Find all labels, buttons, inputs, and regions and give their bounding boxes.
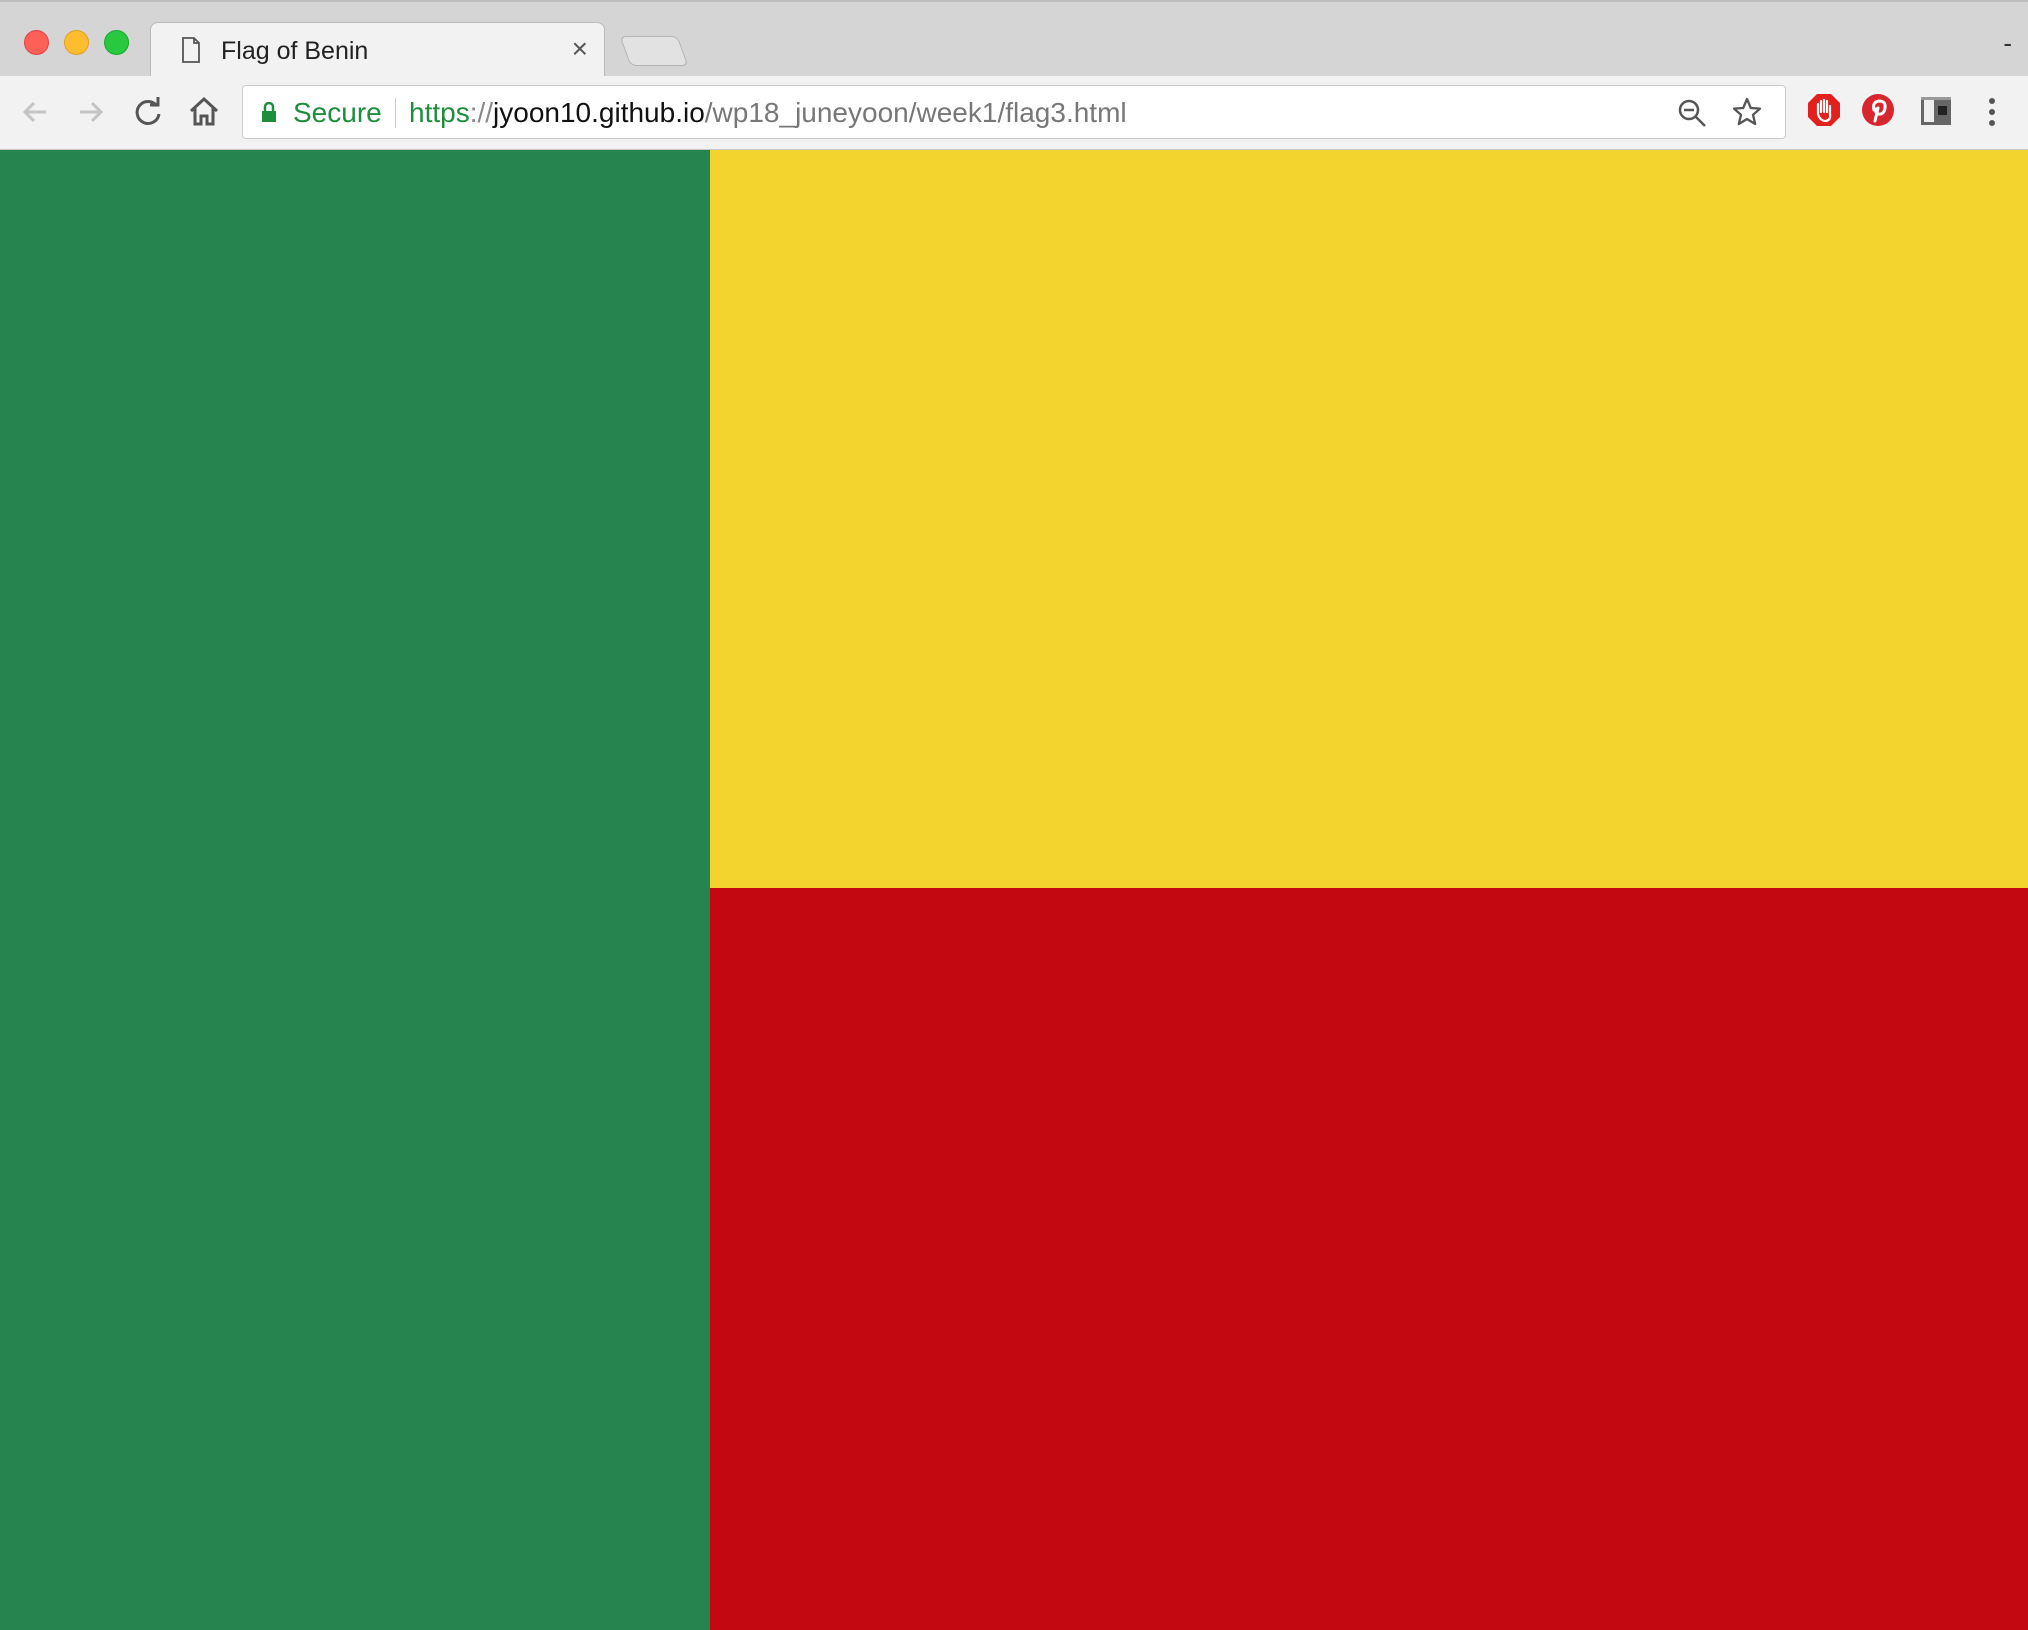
url-separator: :// bbox=[469, 97, 494, 128]
secure-label: Secure bbox=[293, 97, 382, 128]
flag-red-stripe bbox=[710, 888, 2028, 1630]
tab-title: Flag of Benin bbox=[221, 37, 369, 65]
browser-chrome: Flag of Benin × - Secure https://jyoon10… bbox=[0, 0, 2028, 150]
reload-icon[interactable] bbox=[130, 94, 166, 130]
kebab-menu-icon[interactable] bbox=[1984, 94, 2000, 130]
tab-close-button[interactable]: × bbox=[572, 35, 588, 63]
close-window-button[interactable] bbox=[24, 30, 49, 55]
url-text[interactable]: https://jyoon10.github.io/wp18_juneyoon/… bbox=[409, 97, 1127, 129]
star-icon[interactable] bbox=[1731, 96, 1763, 128]
url-scheme: https bbox=[409, 97, 470, 128]
maximize-window-button[interactable] bbox=[104, 30, 129, 55]
minimize-window-button[interactable] bbox=[64, 30, 89, 55]
new-tab-button[interactable] bbox=[619, 36, 689, 66]
flag-green-stripe bbox=[0, 150, 710, 1630]
pinterest-icon[interactable] bbox=[1860, 92, 1896, 128]
window-control[interactable]: - bbox=[2003, 28, 2012, 59]
flag-yellow-stripe bbox=[710, 150, 2028, 888]
address-bar[interactable]: Secure https://jyoon10.github.io/wp18_ju… bbox=[242, 85, 1786, 139]
lock-icon bbox=[262, 102, 276, 122]
url-host: jyoon10.github.io bbox=[493, 97, 705, 128]
title-bar: Flag of Benin × - bbox=[0, 0, 2028, 80]
forward-arrow-icon[interactable] bbox=[72, 94, 108, 130]
toolbar: Secure https://jyoon10.github.io/wp18_ju… bbox=[0, 76, 2028, 150]
back-arrow-icon[interactable] bbox=[18, 94, 54, 130]
document-icon bbox=[182, 37, 200, 63]
stop-hand-icon[interactable] bbox=[1806, 92, 1842, 128]
url-path: /wp18_juneyoon/week1/flag3.html bbox=[704, 97, 1127, 128]
tab-active[interactable]: Flag of Benin × bbox=[150, 22, 605, 80]
omnibox-divider bbox=[395, 98, 396, 128]
extension-box-icon[interactable] bbox=[1918, 92, 1954, 128]
zoom-out-icon[interactable] bbox=[1677, 98, 1707, 128]
page-content bbox=[0, 150, 2028, 1630]
home-icon[interactable] bbox=[186, 94, 222, 130]
